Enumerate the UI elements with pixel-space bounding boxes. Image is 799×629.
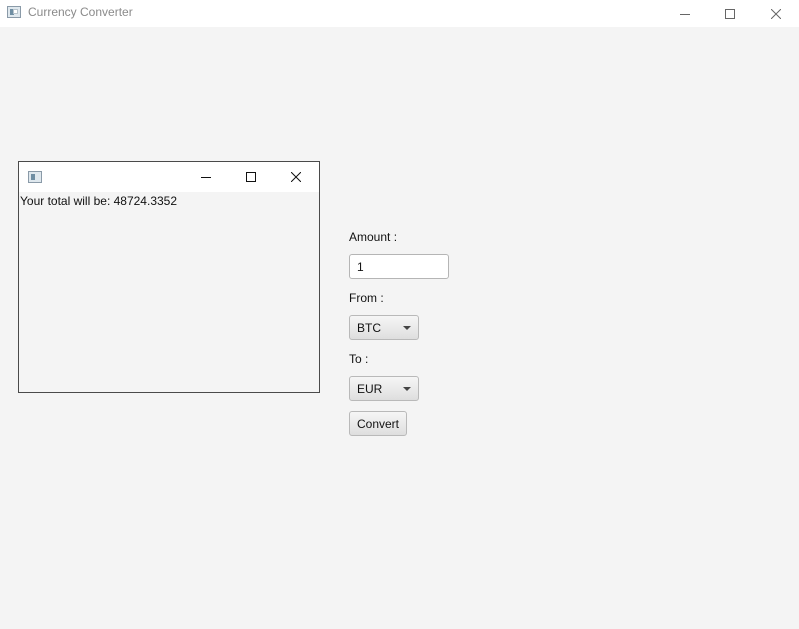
- from-currency-select[interactable]: BTC: [349, 315, 419, 340]
- window-maximize-button[interactable]: [707, 0, 753, 27]
- chevron-down-icon: [403, 387, 411, 391]
- minimize-icon: [680, 13, 690, 15]
- popup-minimize-button[interactable]: [183, 162, 229, 192]
- from-label: From :: [349, 291, 384, 305]
- popup-close-button[interactable]: [273, 162, 319, 192]
- window-close-button[interactable]: [753, 0, 799, 27]
- convert-button[interactable]: Convert: [349, 411, 407, 436]
- close-icon: [771, 8, 781, 19]
- window-title: Currency Converter: [28, 5, 133, 19]
- maximize-icon: [725, 8, 735, 19]
- to-currency-value: EUR: [357, 382, 383, 396]
- amount-label: Amount :: [349, 230, 398, 244]
- maximize-icon: [246, 172, 256, 182]
- amount-input[interactable]: [349, 254, 449, 279]
- window-minimize-button[interactable]: [662, 0, 708, 27]
- chevron-down-icon: [403, 326, 411, 330]
- to-currency-select[interactable]: EUR: [349, 376, 419, 401]
- to-label: To :: [349, 352, 369, 366]
- result-text: Your total will be: 48724.3352: [20, 194, 178, 208]
- app-window-icon: [28, 171, 42, 183]
- close-icon: [291, 172, 301, 182]
- from-currency-value: BTC: [357, 321, 381, 335]
- popup-maximize-button[interactable]: [228, 162, 274, 192]
- title-bar: Currency Converter: [0, 0, 799, 27]
- minimize-icon: [201, 177, 211, 178]
- app-window-icon: [7, 6, 21, 18]
- result-popup-window: Your total will be: 48724.3352: [18, 161, 320, 393]
- popup-title-bar: [19, 162, 319, 192]
